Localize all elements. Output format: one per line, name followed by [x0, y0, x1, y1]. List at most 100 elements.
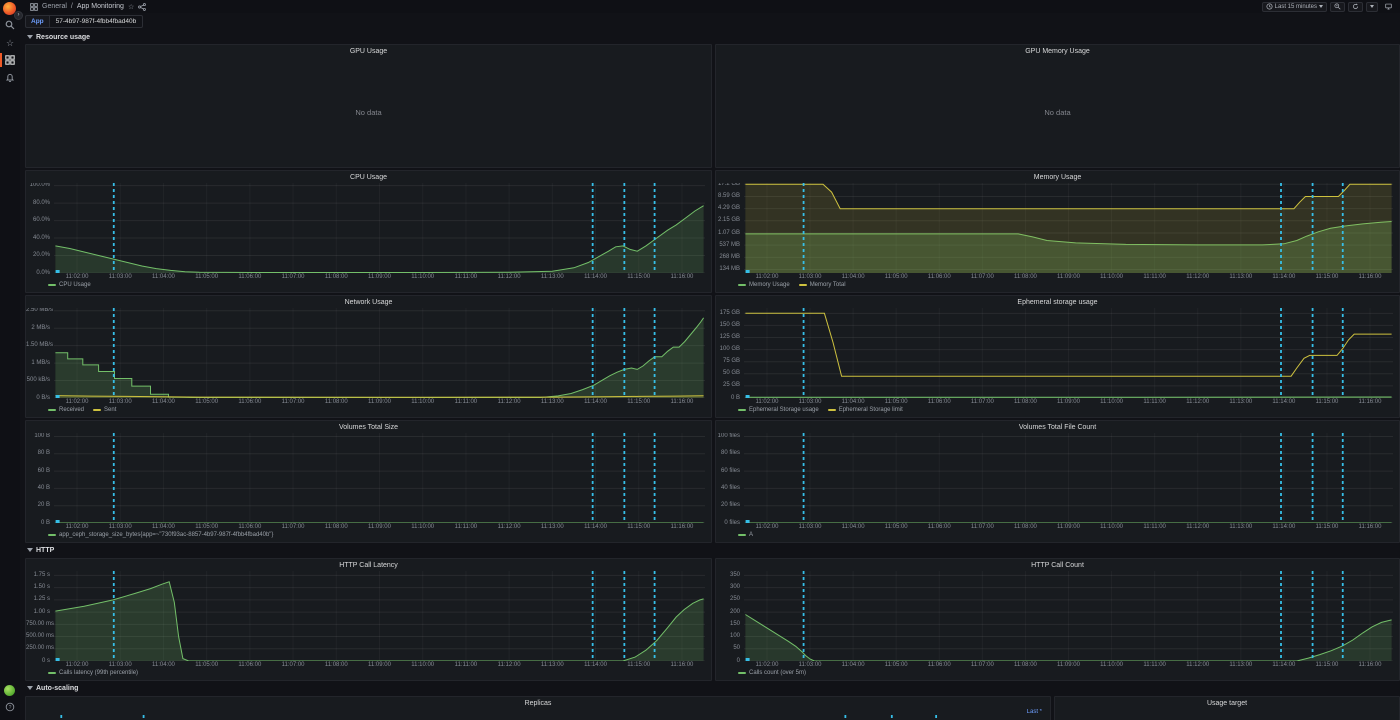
http-latency-chart[interactable]: 0 s250.00 ms500.00 ms750.00 ms1.00 s1.25…: [26, 571, 711, 680]
panel-volumes-total-size: Volumes Total Size 0 B20 B40 B60 B80 B10…: [25, 420, 712, 543]
variable-label: App: [25, 15, 49, 28]
y-axis-tick: 60 B: [26, 468, 50, 475]
legend-last-header[interactable]: Last *: [1027, 709, 1042, 715]
panel-title[interactable]: Memory Usage: [716, 171, 1399, 183]
panel-title[interactable]: Replicas: [26, 697, 1050, 709]
user-avatar[interactable]: [4, 685, 15, 696]
legend-item[interactable]: Calls count (over 5m): [738, 670, 806, 676]
template-variables: App 57-4b97-987f-4fbb4fbad40b: [25, 15, 143, 28]
legend-swatch: [738, 534, 746, 536]
x-axis-tick: 11:14:00: [1264, 399, 1304, 406]
x-axis-tick: 11:04:00: [833, 662, 873, 669]
x-axis-tick: 11:14:00: [576, 274, 616, 281]
legend-item[interactable]: Ephemeral Storage usage: [738, 407, 819, 413]
legend-item[interactable]: app_ceph_storage_size_bytes{app=~"730f93…: [48, 532, 273, 538]
panel-title[interactable]: Network Usage: [26, 296, 711, 308]
memory-usage-chart[interactable]: 134 MB268 MB537 MB1.07 GB2.15 GB4.29 GB8…: [716, 183, 1399, 292]
y-axis-tick: 0 files: [716, 520, 740, 527]
x-axis-tick: 11:08:00: [316, 274, 356, 281]
x-axis-tick: 11:05:00: [876, 662, 916, 669]
panel-title[interactable]: Volumes Total File Count: [716, 421, 1399, 433]
x-axis-tick: 11:13:00: [1221, 524, 1261, 531]
panel-network-usage: Network Usage 0 B/s500 kB/s1 MB/s1.50 MB…: [25, 295, 712, 418]
section-auto-scaling[interactable]: Auto-scaling: [27, 683, 78, 693]
cpu-usage-chart[interactable]: 0.0%20.0%40.0%60.0%80.0%100.0%11:02:0011…: [26, 183, 711, 292]
panel-title[interactable]: HTTP Call Latency: [26, 559, 711, 571]
refresh-button[interactable]: [1348, 2, 1363, 12]
x-axis-tick: 11:15:00: [619, 662, 659, 669]
panel-title[interactable]: HTTP Call Count: [716, 559, 1399, 571]
breadcrumb-folder[interactable]: General: [42, 3, 67, 10]
y-axis-tick: 500.00 ms: [26, 633, 50, 640]
x-axis-tick: 11:09:00: [1049, 399, 1089, 406]
legend-item[interactable]: Received: [48, 407, 84, 413]
dashboards-icon[interactable]: [4, 54, 16, 66]
panel-replicas: Replicas Last *: [25, 696, 1051, 720]
y-axis-tick: 250.00 ms: [26, 645, 50, 652]
legend-swatch: [48, 284, 56, 286]
ephemeral-storage-chart[interactable]: 0 B25 GB50 GB75 GB100 GB125 GB150 GB175 …: [716, 308, 1399, 417]
x-axis-tick: 11:13:00: [532, 399, 572, 406]
x-axis-tick: 11:11:00: [446, 662, 486, 669]
x-axis-tick: 11:12:00: [489, 524, 529, 531]
panel-volumes-file-count: Volumes Total File Count 0 files20 files…: [715, 420, 1400, 543]
section-http[interactable]: HTTP: [27, 545, 54, 555]
refresh-interval-dropdown[interactable]: [1366, 2, 1378, 12]
legend-item[interactable]: Ephemeral Storage limit: [828, 407, 903, 413]
x-axis-tick: 11:14:00: [1264, 662, 1304, 669]
x-axis-tick: 11:06:00: [230, 524, 270, 531]
share-icon[interactable]: [138, 3, 146, 11]
panel-http-call-count: HTTP Call Count 05010015020025030035011:…: [715, 558, 1400, 681]
legend-item[interactable]: A: [738, 532, 753, 538]
legend-item[interactable]: Sent: [93, 407, 116, 413]
y-axis-tick: 60 files: [716, 468, 740, 475]
legend-item[interactable]: CPU Usage: [48, 282, 91, 288]
legend-item[interactable]: Memory Usage: [738, 282, 790, 288]
refresh-icon: [1352, 3, 1359, 10]
volumes-size-chart[interactable]: 0 B20 B40 B60 B80 B100 B11:02:0011:03:00…: [26, 433, 711, 542]
y-axis-tick: 100 files: [716, 433, 740, 440]
volumes-files-chart[interactable]: 0 files20 files40 files60 files80 files1…: [716, 433, 1399, 542]
http-count-chart[interactable]: 05010015020025030035011:02:0011:03:0011:…: [716, 571, 1399, 680]
variable-value-dropdown[interactable]: 57-4b97-987f-4fbb4fbad40b: [49, 15, 144, 28]
legend-swatch: [828, 409, 836, 411]
legend-item[interactable]: Memory Total: [799, 282, 846, 288]
legend-item[interactable]: Calls latency (99th percentile): [48, 670, 138, 676]
alerting-bell-icon[interactable]: [4, 72, 16, 84]
x-axis-tick: 11:13:00: [1221, 274, 1261, 281]
help-icon[interactable]: ?: [4, 701, 16, 713]
panel-title[interactable]: GPU Usage: [26, 45, 711, 57]
panel-gpu-memory-usage: GPU Memory Usage No data: [715, 44, 1400, 168]
x-axis-tick: 11:11:00: [1135, 399, 1175, 406]
y-axis-tick: 20.0%: [26, 252, 50, 259]
search-icon[interactable]: [4, 19, 16, 31]
replicas-chart[interactable]: Last *: [26, 709, 1050, 720]
dashboard-title[interactable]: App Monitoring: [77, 3, 124, 10]
section-resource-usage[interactable]: Resource usage: [27, 32, 90, 42]
x-axis-tick: 11:12:00: [489, 399, 529, 406]
panel-title[interactable]: CPU Usage: [26, 171, 711, 183]
x-axis-tick: 11:10:00: [403, 662, 443, 669]
x-axis-tick: 11:02:00: [747, 399, 787, 406]
favorite-star-icon[interactable]: ☆: [128, 3, 134, 11]
panel-title[interactable]: Volumes Total Size: [26, 421, 711, 433]
panel-title[interactable]: Usage target: [1055, 697, 1399, 709]
time-range-picker[interactable]: Last 15 minutes: [1262, 2, 1327, 12]
panel-title[interactable]: Ephemeral storage usage: [716, 296, 1399, 308]
sidebar-expand-button[interactable]: ›: [14, 11, 23, 20]
x-axis-tick: 11:16:00: [1350, 399, 1390, 406]
x-axis-tick: 11:11:00: [446, 274, 486, 281]
y-axis-tick: 1.25 s: [26, 596, 50, 603]
network-usage-chart[interactable]: 0 B/s500 kB/s1 MB/s1.50 MB/s2 MB/s2.50 M…: [26, 308, 711, 417]
x-axis-tick: 11:05:00: [187, 524, 227, 531]
star-icon[interactable]: ☆: [4, 37, 16, 49]
breadcrumb: General / App Monitoring ☆: [30, 3, 146, 11]
no-data-label: No data: [716, 57, 1399, 167]
y-axis-tick: 150 GB: [716, 322, 740, 329]
x-axis-tick: 11:05:00: [876, 274, 916, 281]
panel-title[interactable]: GPU Memory Usage: [716, 45, 1399, 57]
kiosk-mode-button[interactable]: [1381, 2, 1396, 12]
x-axis-tick: 11:02:00: [747, 662, 787, 669]
zoom-out-button[interactable]: [1330, 2, 1345, 12]
x-axis-tick: 11:03:00: [790, 399, 830, 406]
